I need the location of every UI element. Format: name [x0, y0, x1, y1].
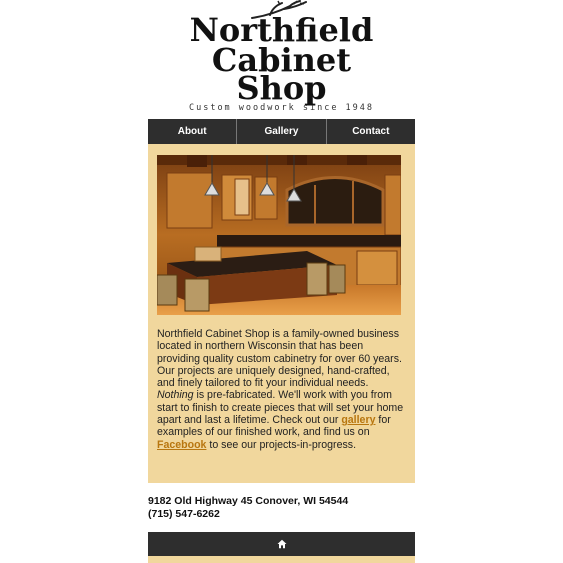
- footer-strip: [148, 556, 415, 563]
- facebook-link[interactable]: Facebook: [157, 439, 206, 451]
- gallery-link[interactable]: gallery: [341, 414, 375, 426]
- address-text: 9182 Old Highway 45 Conover, WI 54544: [148, 495, 349, 507]
- about-paragraph: Northfield Cabinet Shop is a family-owne…: [157, 328, 407, 451]
- nav-about[interactable]: About: [148, 119, 238, 144]
- about-text-4: to see our projects-in-progress.: [206, 438, 357, 451]
- nav-contact[interactable]: Contact: [327, 119, 415, 144]
- kitchen-photo: [157, 155, 401, 315]
- nav-gallery[interactable]: Gallery: [237, 119, 327, 144]
- logo-tagline: Custom woodwork since 1948: [188, 103, 375, 113]
- site-logo[interactable]: Northfield Cabinet Shop Custom woodwork …: [148, 0, 415, 118]
- about-emphasis: Nothing: [157, 389, 194, 402]
- logo-text-line3: Shop: [236, 69, 327, 107]
- home-icon[interactable]: [277, 539, 287, 549]
- phone-text[interactable]: (715) 547-6262: [148, 508, 415, 521]
- contact-info: 9182 Old Highway 45 Conover, WI 54544 (7…: [148, 495, 415, 520]
- content-panel: Northfield Cabinet Shop is a family-owne…: [148, 144, 415, 483]
- footer-bar: [148, 532, 415, 556]
- main-nav: About Gallery Contact: [148, 119, 415, 144]
- about-text-1: Northfield Cabinet Shop is a family-owne…: [157, 328, 402, 390]
